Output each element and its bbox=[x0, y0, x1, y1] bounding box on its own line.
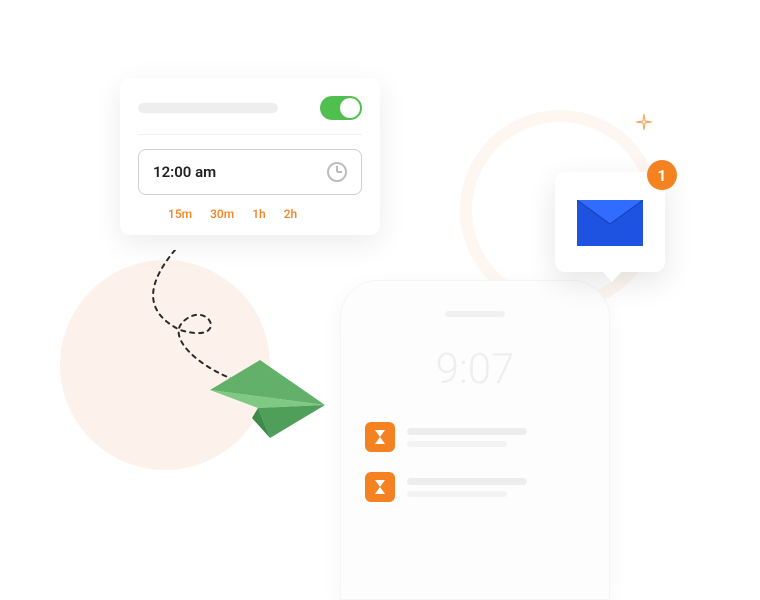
placeholder-line bbox=[407, 441, 507, 447]
chip-30m[interactable]: 30m bbox=[210, 207, 234, 221]
notification-row bbox=[365, 472, 585, 502]
placeholder-line bbox=[407, 428, 527, 435]
toggle-switch[interactable] bbox=[320, 96, 362, 120]
phone-clock: 9:07 bbox=[365, 345, 585, 394]
badge-count: 1 bbox=[657, 166, 666, 185]
phone-notch bbox=[445, 311, 505, 317]
chip-1h[interactable]: 1h bbox=[252, 207, 266, 221]
chip-15m[interactable]: 15m bbox=[168, 207, 192, 221]
notification-row bbox=[365, 422, 585, 452]
hourglass-icon bbox=[374, 479, 386, 495]
notification-text bbox=[407, 478, 585, 497]
time-input[interactable]: 12:00 am bbox=[138, 149, 362, 195]
time-value: 12:00 am bbox=[153, 163, 216, 181]
app-icon bbox=[365, 422, 395, 452]
settings-card: 12:00 am 15m 30m 1h 2h bbox=[120, 78, 380, 235]
notification-badge: 1 bbox=[647, 160, 677, 190]
hourglass-icon bbox=[374, 429, 386, 445]
clock-icon bbox=[327, 162, 347, 182]
mail-popover: 1 bbox=[555, 172, 665, 272]
app-icon bbox=[365, 472, 395, 502]
notification-text bbox=[407, 428, 585, 447]
paper-plane-icon bbox=[210, 350, 330, 440]
settings-header-row bbox=[138, 96, 362, 135]
chip-2h[interactable]: 2h bbox=[284, 207, 298, 221]
envelope-icon bbox=[577, 200, 643, 246]
phone-mockup: 9:07 bbox=[340, 280, 610, 600]
placeholder-label bbox=[138, 103, 278, 113]
duration-chips: 15m 30m 1h 2h bbox=[138, 207, 362, 221]
placeholder-line bbox=[407, 478, 527, 485]
sparkle-icon bbox=[636, 114, 652, 130]
placeholder-line bbox=[407, 491, 507, 497]
